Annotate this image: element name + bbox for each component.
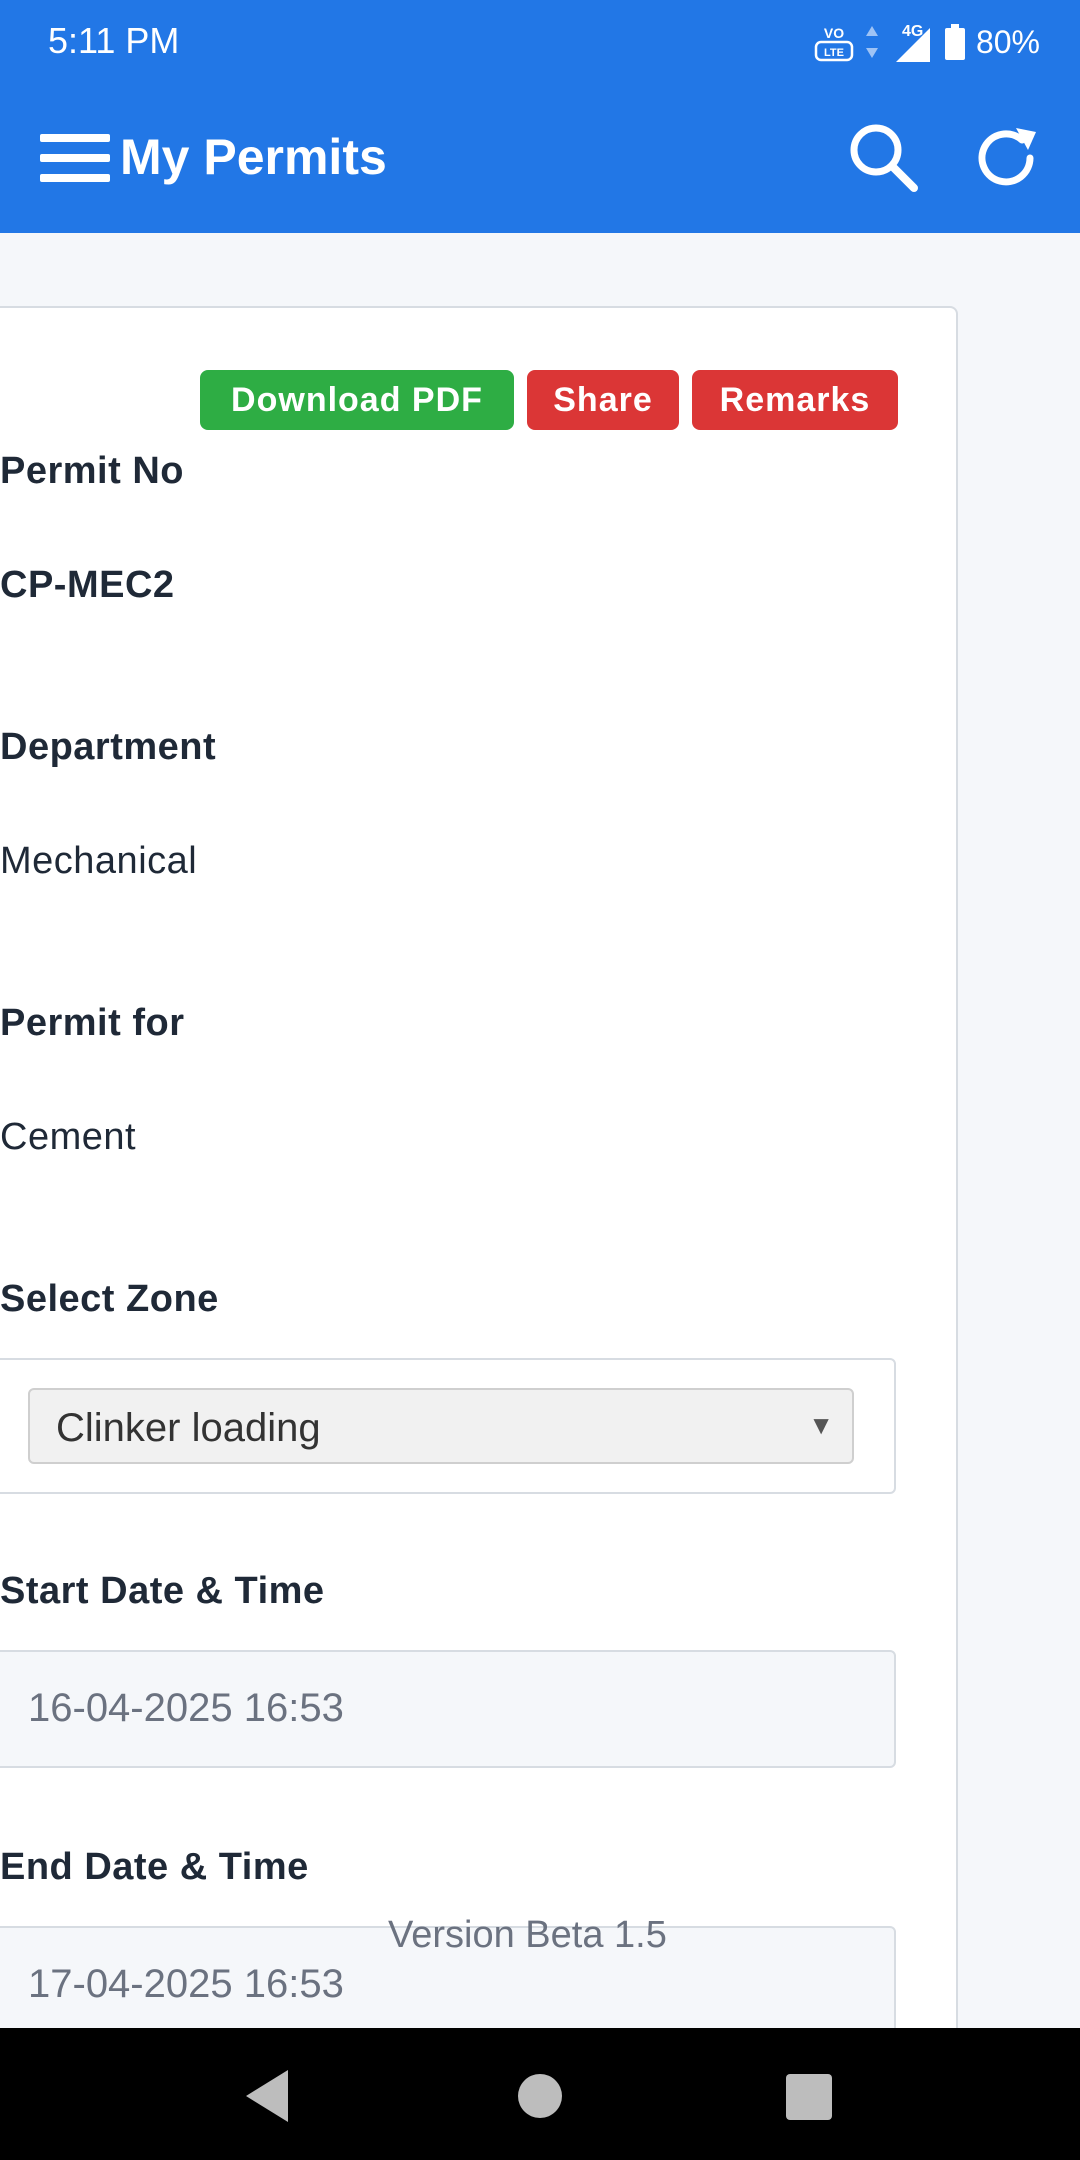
app-bar: My Permits (0, 84, 1080, 233)
svg-text:LTE: LTE (824, 47, 844, 59)
start-date-field[interactable]: 16-04-2025 16:53 (0, 1650, 896, 1768)
battery-percent: 80% (975, 23, 1040, 60)
download-pdf-button[interactable]: Download PDF (200, 370, 514, 430)
permit-no-value: CP-MEC2 (0, 564, 175, 606)
home-icon[interactable] (518, 2074, 562, 2118)
start-date-value: 16-04-2025 16:53 (28, 1686, 344, 1730)
start-date-label: Start Date & Time (0, 1570, 325, 1612)
permit-for-value: Cement (0, 1116, 137, 1158)
menu-icon[interactable] (40, 134, 110, 184)
recents-icon[interactable] (786, 2074, 832, 2120)
permit-no-label: Permit No (0, 450, 184, 492)
share-button[interactable]: Share (527, 370, 679, 430)
volte-icon: VO LTE (814, 25, 854, 62)
svg-text:4G: 4G (902, 23, 923, 40)
svg-text:VO: VO (824, 25, 844, 41)
permit-card: Download PDF Share Remarks Permit No CP-… (0, 306, 958, 2126)
back-icon[interactable] (244, 2068, 290, 2124)
end-date-value: 17-04-2025 16:53 (28, 1962, 344, 2006)
zone-container: Clinker loading ▼ (0, 1358, 896, 1494)
status-bar: 5:11 PM VO LTE 4G 80% (0, 0, 1080, 84)
zone-selected-value: Clinker loading (56, 1406, 321, 1450)
chevron-down-icon: ▼ (808, 1410, 834, 1440)
page-title: My Permits (120, 129, 387, 185)
department-label: Department (0, 726, 217, 768)
department-value: Mechanical (0, 840, 198, 882)
status-time: 5:11 PM (48, 20, 180, 61)
permit-for-label: Permit for (0, 1002, 185, 1044)
refresh-icon[interactable] (970, 120, 1046, 196)
end-date-label: End Date & Time (0, 1846, 309, 1888)
remarks-button[interactable]: Remarks (692, 370, 898, 430)
data-activity-icon (865, 26, 878, 58)
status-icons: VO LTE 4G 80% (814, 18, 1040, 66)
search-icon[interactable] (846, 120, 922, 196)
system-nav-bar (0, 2028, 1080, 2160)
signal-4g-icon: 4G (895, 23, 930, 62)
select-zone-label: Select Zone (0, 1278, 219, 1320)
version-label: Version Beta 1.5 (388, 1914, 667, 1956)
battery-icon (944, 24, 965, 60)
zone-select[interactable]: Clinker loading ▼ (28, 1388, 854, 1464)
screen: 5:11 PM VO LTE 4G 80% My Permits Downloa… (0, 0, 1080, 2160)
